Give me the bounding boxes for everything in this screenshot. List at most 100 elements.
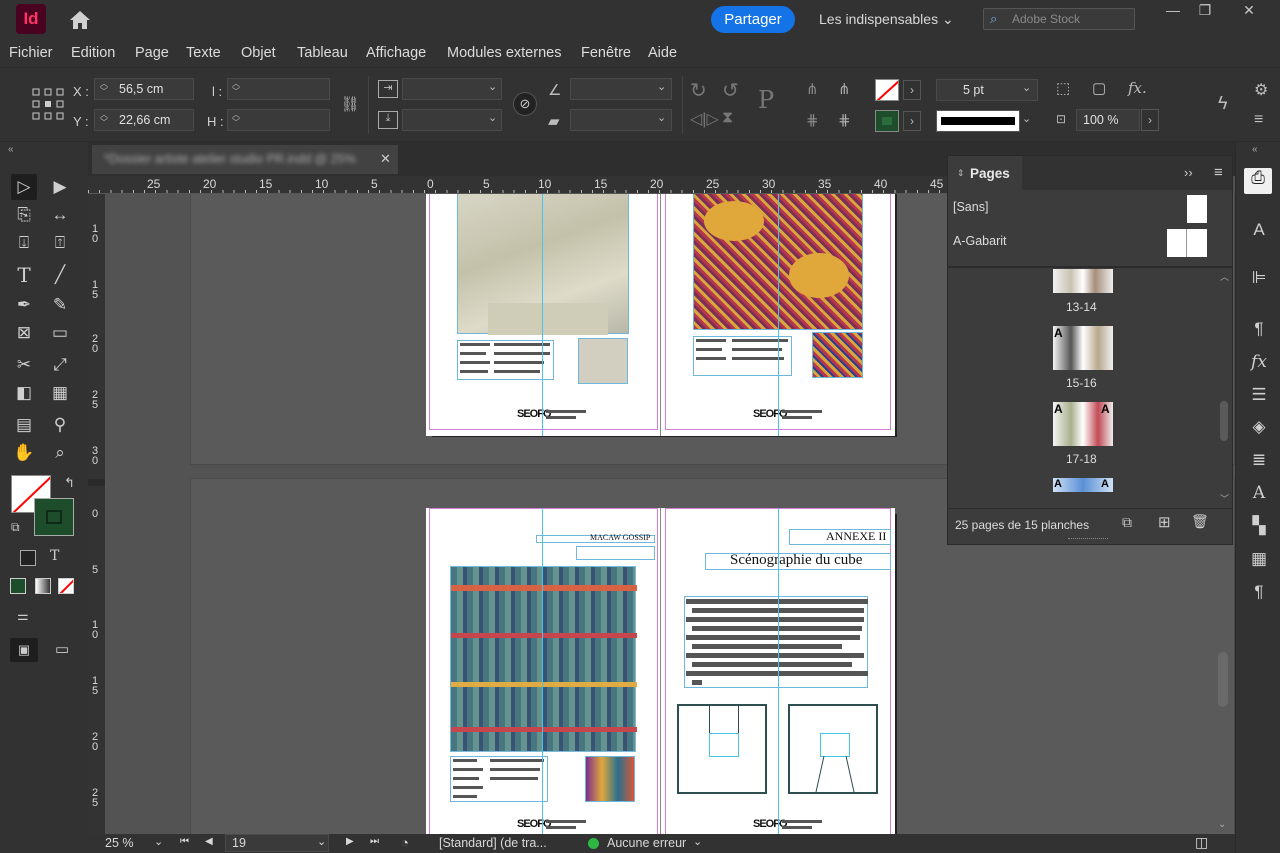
note-tool-icon[interactable]: ▤: [11, 412, 37, 438]
panel-menu-icon[interactable]: ≡: [1214, 164, 1223, 181]
x-position-field[interactable]: 56,5 cm: [94, 78, 194, 100]
scale-percent-field[interactable]: 100 %: [1076, 109, 1140, 131]
properties-icon[interactable]: ☰: [1248, 385, 1270, 407]
type-tool-icon[interactable]: T: [11, 262, 37, 288]
close-tab-icon[interactable]: ✕: [380, 151, 392, 167]
expand-dock-icon[interactable]: «: [1252, 144, 1258, 155]
menu-tableau[interactable]: Tableau: [297, 45, 348, 61]
rectangle-frame-tool-icon[interactable]: ⊠: [11, 320, 37, 346]
workspace-switcher[interactable]: Les indispensables ⌄: [819, 11, 954, 28]
chevron-down-icon[interactable]: ⌄: [657, 111, 666, 124]
chevron-right-icon[interactable]: ›: [1141, 109, 1159, 131]
panel-resize-grip[interactable]: [1068, 538, 1108, 541]
spread-19-20[interactable]: SEOFO SEOFO: [426, 194, 895, 436]
default-colors-icon[interactable]: ⧉: [11, 520, 20, 535]
panel-scrollbar-thumb[interactable]: [1220, 401, 1228, 441]
vertical-ruler[interactable]: 1 0 1 5 2 0 2 5 3 0 0 5 1 0 1 5 2 0 2 5: [88, 194, 106, 834]
selection-tool-icon[interactable]: ▷: [11, 174, 37, 200]
character-icon[interactable]: A: [1248, 483, 1270, 505]
master-a-gabarit[interactable]: A-Gabarit: [953, 234, 1007, 248]
previous-page-icon[interactable]: ◀: [205, 836, 213, 847]
spread-thumb-19-20[interactable]: A A: [1053, 478, 1113, 492]
caption-table[interactable]: [457, 340, 554, 380]
last-page-icon[interactable]: ⏭: [370, 836, 379, 847]
zoom-level[interactable]: 25 %: [105, 836, 134, 850]
menu-page[interactable]: Page: [135, 45, 169, 61]
scale-y-field[interactable]: [402, 109, 502, 131]
preview-mode-icon[interactable]: ⚌: [17, 608, 29, 624]
master-a-gabarit-thumb[interactable]: [1167, 229, 1207, 257]
apply-none-icon[interactable]: [58, 578, 74, 594]
preflight-errors[interactable]: Aucune erreur: [607, 836, 686, 850]
master-sans-thumb[interactable]: [1187, 195, 1207, 223]
spread-thumb-15-16[interactable]: A: [1053, 326, 1113, 370]
close-window-button[interactable]: ✕: [1234, 2, 1264, 20]
collapse-icon[interactable]: «: [8, 144, 14, 155]
path-p-icon[interactable]: P: [758, 86, 774, 114]
width-spinner-icon[interactable]: ︿ ﹀: [231, 80, 241, 98]
chevron-down-icon[interactable]: ⌄: [488, 80, 497, 93]
line-tool-icon[interactable]: ╱: [47, 262, 73, 288]
hamburger-menu-icon[interactable]: ≡: [1254, 111, 1263, 129]
chevron-right-icon[interactable]: ›: [903, 80, 921, 100]
ruler-guide[interactable]: [542, 194, 543, 436]
chevron-down-icon[interactable]: ⌄: [154, 835, 163, 848]
character-styles-icon[interactable]: A: [1248, 220, 1270, 242]
new-page-icon[interactable]: ⊞: [1158, 513, 1171, 531]
ruler-guide[interactable]: [542, 508, 543, 834]
align-icon[interactable]: ⊫: [1248, 268, 1270, 290]
apply-gradient-icon[interactable]: [35, 578, 51, 594]
menu-aide[interactable]: Aide: [648, 45, 677, 61]
cube-diagram-right[interactable]: [788, 704, 878, 794]
cube-diagram-left[interactable]: [677, 704, 767, 794]
free-transform-tool-icon[interactable]: ⤢: [47, 352, 73, 378]
fitting-icon[interactable]: ⬚: [1056, 79, 1070, 97]
gradient-feather-tool-icon[interactable]: ▦: [47, 380, 73, 406]
chevron-down-icon[interactable]: ⌄: [1022, 112, 1031, 125]
chevron-right-icon[interactable]: ›: [903, 111, 921, 131]
horizontal-ruler[interactable]: 25 20 15 10 5 0 5 10 15 20 25 30 35 40 4…: [88, 176, 948, 194]
hand-tool-icon[interactable]: ✋: [11, 440, 37, 466]
select-content-icon[interactable]: ⋔: [838, 80, 851, 98]
x-spinner-icon[interactable]: ︿ ﹀: [99, 80, 109, 98]
open-document-icon[interactable]: ◔: [401, 835, 409, 850]
fill-swatch-none[interactable]: [875, 79, 899, 101]
effects-fx-icon[interactable]: fx.: [1128, 79, 1147, 97]
stroke-swatch[interactable]: [875, 110, 899, 132]
first-page-icon[interactable]: ⏮: [180, 836, 189, 847]
link-icon[interactable]: ⊘: [513, 92, 537, 116]
paragraph-styles-icon[interactable]: ¶: [1248, 319, 1270, 341]
gear-icon[interactable]: ⚙: [1254, 80, 1268, 100]
zoom-tool-icon[interactable]: ⌕: [47, 440, 73, 466]
menu-fichier[interactable]: Fichier: [9, 45, 53, 61]
rotate-cw-icon[interactable]: ↻: [690, 78, 707, 103]
page-number-field[interactable]: 19: [225, 834, 329, 852]
spread-21-22[interactable]: MACAW GOSSIP ANNEXE II Scénographie du c…: [426, 508, 895, 834]
scroll-down-icon[interactable]: ﹀: [1220, 492, 1229, 505]
minimize-button[interactable]: —: [1158, 2, 1188, 20]
trash-icon[interactable]: 🗑: [1191, 513, 1209, 530]
pattern-detail-image[interactable]: [812, 332, 863, 378]
scale-x-field[interactable]: [402, 78, 502, 100]
select-next-icon[interactable]: ⋕: [838, 111, 851, 129]
preflight-profile[interactable]: [Standard] (de tra...: [439, 836, 547, 850]
reference-point-icon[interactable]: [32, 88, 64, 120]
knitted-squares-image[interactable]: [450, 566, 637, 752]
y-position-field[interactable]: 22,66 cm: [94, 109, 194, 131]
share-button[interactable]: Partager: [711, 6, 795, 33]
width-field[interactable]: [227, 78, 330, 100]
split-window-icon[interactable]: ◫: [1195, 834, 1208, 851]
formatting-container-icon[interactable]: [20, 550, 36, 566]
table-icon[interactable]: ▦: [1248, 549, 1270, 571]
stroke-icon[interactable]: ≣: [1248, 450, 1270, 472]
effects-icon[interactable]: fx: [1248, 352, 1270, 374]
swap-colors-icon[interactable]: ↰: [64, 475, 75, 491]
y-spinner-icon[interactable]: ︿ ﹀: [99, 111, 109, 129]
ruler-guide[interactable]: [778, 194, 779, 436]
chevron-down-icon[interactable]: ⌄: [488, 111, 497, 124]
select-container-icon[interactable]: ⋔: [806, 80, 819, 98]
content-collector-icon[interactable]: ⍗: [11, 230, 37, 256]
pencil-tool-icon[interactable]: ✎: [47, 292, 73, 318]
chevron-down-icon[interactable]: ⌄: [317, 835, 326, 848]
chevron-down-icon[interactable]: ⌄: [657, 80, 666, 93]
